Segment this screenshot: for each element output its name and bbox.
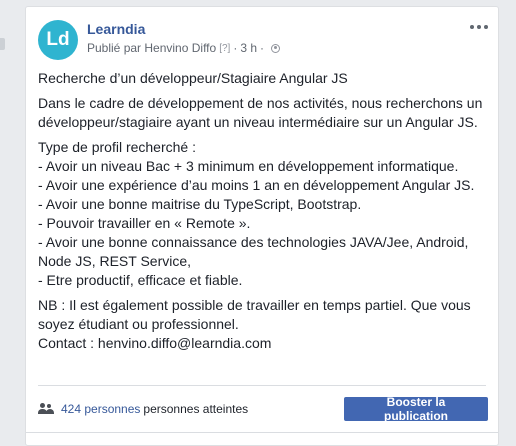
- help-marker[interactable]: [?]: [219, 43, 230, 54]
- left-panel-edge: [0, 0, 13, 441]
- meta-separator-2: ·: [260, 41, 264, 55]
- avatar-text: Ld: [46, 29, 70, 50]
- post-footer: 424 personnes personnes atteintes Booste…: [38, 395, 488, 423]
- globe-icon: [271, 43, 280, 53]
- reach-label: personnes atteintes: [143, 402, 249, 416]
- post-meta: Publié par Henvino Diffo [?] · 3 h ·: [87, 41, 280, 55]
- bottom-divider: [26, 432, 498, 433]
- more-options-icon[interactable]: [470, 23, 488, 31]
- post-nb: NB : Il est également possible de travai…: [38, 297, 471, 351]
- reach-count-link[interactable]: 424 personnes: [61, 402, 140, 416]
- post-content: Recherche d’un développeur/Stagiaire Ang…: [38, 69, 490, 359]
- footer-divider: [38, 385, 486, 386]
- post-title-line: Recherche d’un développeur/Stagiaire Ang…: [38, 70, 348, 86]
- post-card: Ld Learndia Publié par Henvino Diffo [?]…: [25, 6, 499, 446]
- boost-post-button[interactable]: Booster la publication: [344, 395, 488, 423]
- published-by: Publié par Henvino Diffo: [87, 41, 217, 55]
- post-intro: Dans le cadre de développement de nos ac…: [38, 95, 483, 130]
- post-time[interactable]: 3 h: [240, 41, 257, 55]
- post-profile: Type de profil recherché : - Avoir un ni…: [38, 139, 475, 288]
- page-avatar[interactable]: Ld: [38, 20, 78, 60]
- page-name-link[interactable]: Learndia: [87, 21, 145, 37]
- meta-separator: ·: [233, 41, 238, 55]
- left-panel-marker: [0, 38, 5, 50]
- people-icon: [38, 403, 54, 415]
